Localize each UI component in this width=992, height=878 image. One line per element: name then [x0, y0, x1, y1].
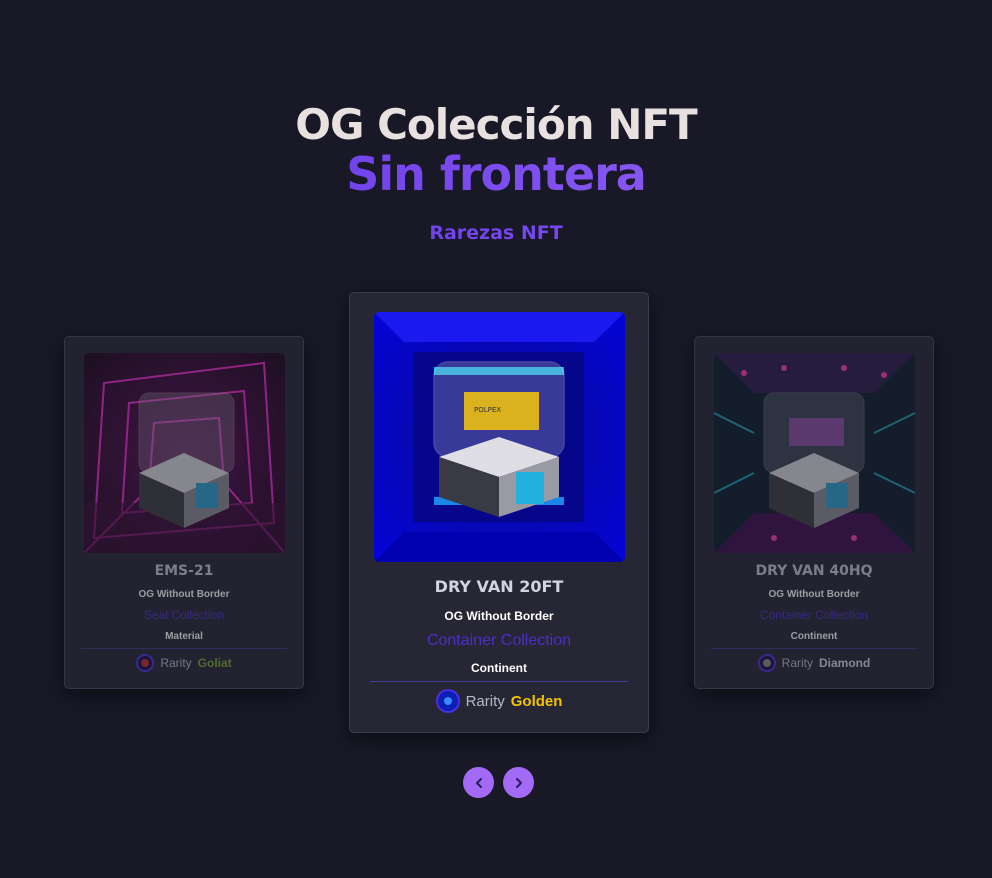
rarity-value: Goliat	[197, 656, 232, 670]
divider	[711, 648, 917, 649]
card-name: EMS-21	[154, 563, 214, 579]
rarity-value: Golden	[510, 692, 563, 710]
chevron-right-icon	[515, 777, 522, 788]
card-category: Material	[165, 631, 203, 642]
carousel-next-button[interactable]	[503, 767, 534, 798]
card-collection: Container Collection	[759, 608, 869, 622]
card-category: Continent	[471, 661, 527, 675]
rarity-label: Rarity	[160, 656, 192, 670]
nft-card-ems-21[interactable]: EMS-21 OG Without Border Seal Collection…	[64, 336, 304, 689]
nft-image	[84, 353, 285, 553]
nft-image: POLPEX	[374, 312, 625, 562]
rarity-row: Rarity Diamond	[695, 654, 933, 672]
card-name: DRY VAN 40HQ	[755, 563, 873, 579]
card-name: DRY VAN 20FT	[434, 577, 564, 596]
hero-heading: OG Colección NFT Sin frontera	[0, 100, 992, 198]
svg-text:POLPEX: POLPEX	[474, 406, 501, 414]
divider	[81, 648, 287, 649]
divider	[370, 681, 628, 682]
nft-card-dry-van-40hq[interactable]: DRY VAN 40HQ OG Without Border Container…	[694, 336, 934, 689]
rarity-label: Rarity	[465, 692, 505, 710]
card-collection: Seal Collection	[143, 608, 225, 622]
rarity-value: Diamond	[819, 656, 871, 670]
card-brand: OG Without Border	[768, 589, 860, 600]
section-label: Rarezas NFT	[0, 222, 992, 244]
card-brand: OG Without Border	[444, 609, 554, 623]
rarity-label: Rarity	[781, 656, 813, 670]
chevron-left-icon	[475, 777, 482, 788]
card-brand: OG Without Border	[138, 589, 230, 600]
rarity-goliat-icon	[136, 654, 155, 672]
card-category: Continent	[790, 631, 838, 642]
nft-card-dry-van-20ft[interactable]: POLPEX DRY VAN 20FT OG Without Border Co…	[349, 292, 649, 733]
rarity-golden-icon	[435, 689, 460, 713]
rarity-diamond-icon	[757, 654, 776, 672]
rarity-row: Rarity Goliat	[65, 654, 303, 672]
card-collection: Container Collection	[426, 632, 572, 649]
page-subtitle: Sin frontera	[0, 150, 992, 198]
nft-image	[714, 353, 915, 553]
page-title: OG Colección NFT	[295, 100, 697, 149]
rarity-row: Rarity Golden	[350, 689, 648, 713]
carousel-prev-button[interactable]	[463, 767, 494, 798]
